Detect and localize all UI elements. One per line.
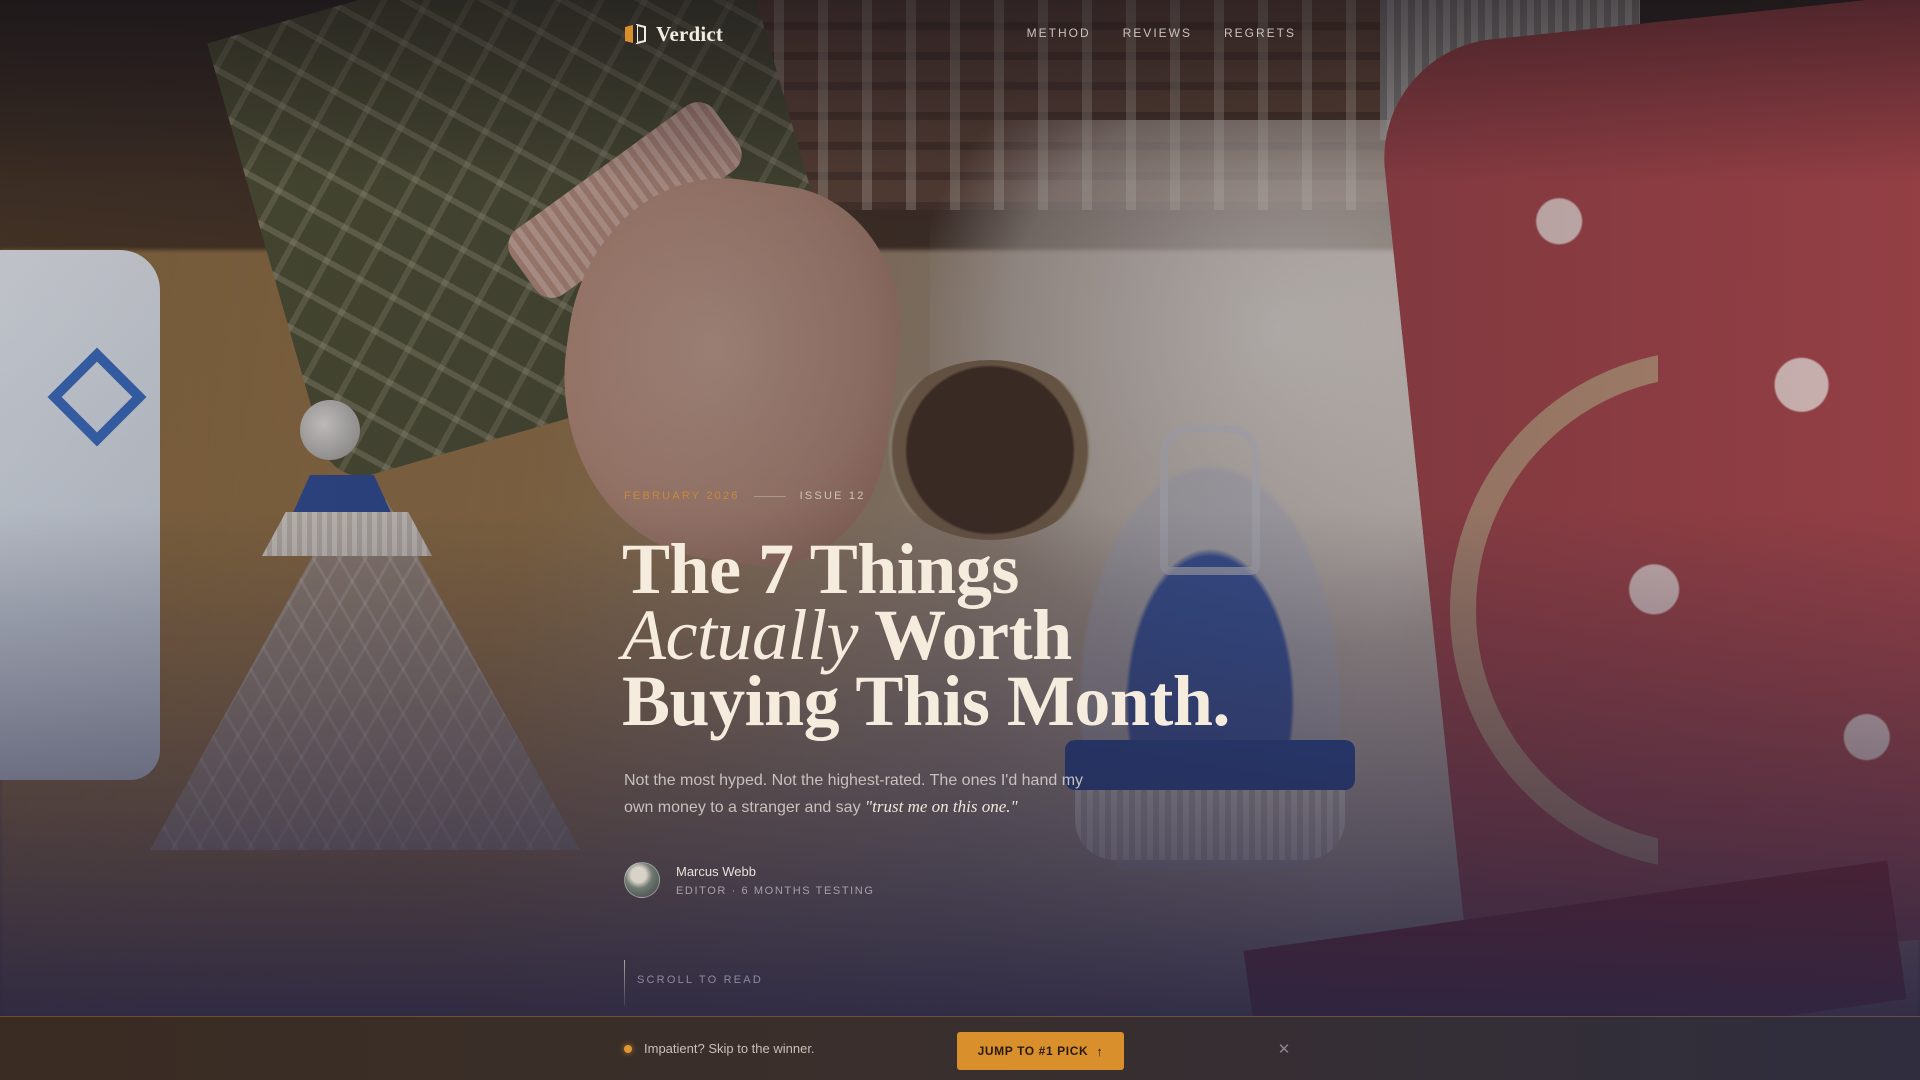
- issue-number: ISSUE 12: [799, 490, 866, 502]
- arrow-up-icon: ↑: [1096, 1043, 1104, 1059]
- sticky-bar-text: Impatient? Skip to the winner.: [644, 1041, 815, 1056]
- nav-link-reviews[interactable]: REVIEWS: [1123, 26, 1192, 40]
- jump-button-label: JUMP TO #1 PICK: [977, 1044, 1089, 1058]
- scroll-indicator[interactable]: SCROLL TO READ: [624, 960, 763, 1006]
- sticky-cta-bar: Impatient? Skip to the winner. JUMP TO #…: [0, 1016, 1920, 1080]
- byline: Marcus Webb EDITOR · 6 MONTHS TESTING: [624, 862, 875, 898]
- status-dot-icon: [624, 1045, 632, 1053]
- brand-mark-icon: [624, 24, 646, 44]
- close-icon[interactable]: ✕: [1274, 1039, 1294, 1059]
- brand-name: Verdict: [656, 21, 724, 46]
- scroll-label: SCROLL TO READ: [637, 974, 763, 986]
- nav-link-method[interactable]: METHOD: [1027, 26, 1091, 40]
- brand-logo-link[interactable]: Verdict: [624, 20, 723, 48]
- author-info: Marcus Webb EDITOR · 6 MONTHS TESTING: [676, 864, 875, 897]
- headline-line-3: Buying This Month.: [622, 661, 1230, 741]
- issue-meta: FEBRUARY 2026 ISSUE 12: [624, 490, 866, 502]
- avatar[interactable]: [624, 862, 660, 898]
- author-name[interactable]: Marcus Webb: [676, 864, 875, 879]
- nav-links: METHOD REVIEWS REGRETS: [1027, 26, 1296, 40]
- issue-date: FEBRUARY 2026: [624, 490, 740, 502]
- nav-link-regrets[interactable]: REGRETS: [1224, 26, 1296, 40]
- sticky-bar-inner: Impatient? Skip to the winner. JUMP TO #…: [624, 1017, 1296, 1080]
- top-nav: Verdict METHOD REVIEWS REGRETS: [624, 20, 1296, 48]
- intro-dek: Not the most hyped. Not the highest-rate…: [624, 768, 1084, 821]
- page-title: The 7 Things Actually Worth Buying This …: [622, 533, 1442, 737]
- scroll-line: [624, 960, 625, 1006]
- jump-to-top-pick-button[interactable]: JUMP TO #1 PICK ↑: [957, 1032, 1124, 1070]
- hero-overlay: [0, 0, 1920, 1018]
- author-role: EDITOR · 6 MONTHS TESTING: [676, 884, 875, 897]
- dek-quote: "trust me on this one.": [865, 797, 1018, 816]
- meta-divider: [753, 495, 786, 497]
